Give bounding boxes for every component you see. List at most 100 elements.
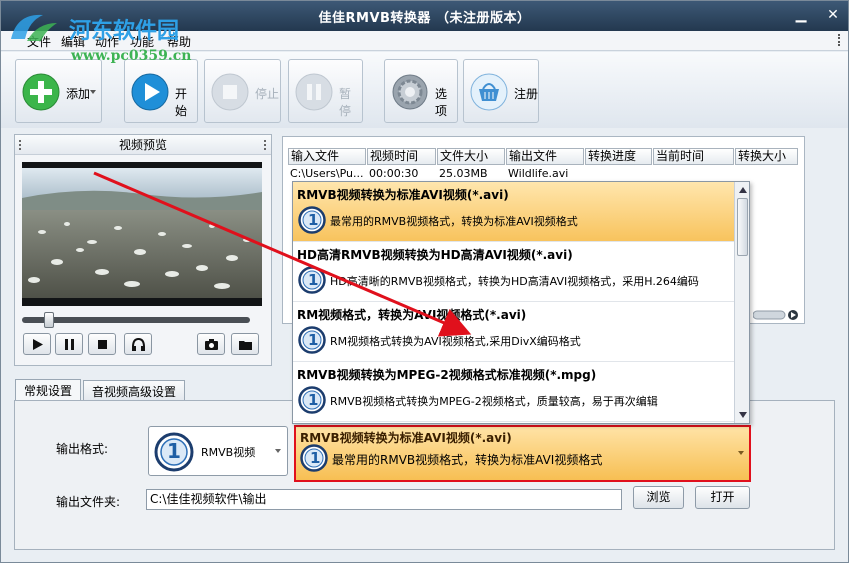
preview-title: 视频预览 <box>15 135 271 155</box>
profile-option-title: HD高清RMVB视频转换为HD高清AVI视频(*.avi) <box>297 248 573 262</box>
profile-option-number: 1 <box>308 391 319 409</box>
format-category-value: RMVB视频 <box>201 446 256 459</box>
output-profile-dropdown: RMVB视频转换为标准AVI视频(*.avi) 1 最常用的RMVB视频格式，转… <box>292 181 750 424</box>
pause-icon <box>295 73 333 111</box>
profile-option-number: 1 <box>308 331 319 349</box>
cell-size: 25.03MB <box>439 167 488 180</box>
file-list-header: 输入文件 视频时间 文件大小 输出文件 转换进度 当前时间 转换大小 <box>288 148 799 165</box>
profile-option[interactable]: RMVB视频转换为MPEG-2视频格式标准视频(*.mpg) 1 RMVB视频格… <box>293 362 734 422</box>
scroll-thumb[interactable] <box>737 198 748 256</box>
cell-duration: 00:00:30 <box>369 167 419 180</box>
browse-button[interactable]: 浏览 <box>633 486 684 509</box>
window-controls: ▁ ✕ <box>792 7 842 23</box>
watermark-text: 河东软件园 <box>69 18 180 44</box>
profile-number: 1 <box>310 449 321 467</box>
basket-icon <box>470 73 508 111</box>
pause-preview-button[interactable] <box>55 333 83 355</box>
settings-tabs: 常规设置 音视频高级设置 <box>15 379 187 401</box>
table-row[interactable]: C:\Users\Pu... 00:00:30 25.03MB Wildlife… <box>288 166 799 182</box>
seek-thumb[interactable] <box>44 312 54 328</box>
scroll-down-icon[interactable] <box>739 412 747 418</box>
dropdown-arrow-icon <box>738 451 744 455</box>
selected-profile-title: RMVB视频转换为标准AVI视频(*.avi) <box>300 431 512 445</box>
format-number: 1 <box>167 439 181 463</box>
pause-icon <box>65 339 74 350</box>
profile-option-desc: HD高清晰的RMVB视频格式，转换为HD高清AVI视频格式，采用H.264编码 <box>330 275 699 288</box>
seek-bar[interactable] <box>22 317 250 323</box>
start-label: 开始 <box>175 87 188 118</box>
watermark-logo-icon <box>11 14 57 41</box>
column-output-file[interactable]: 输出文件 <box>506 148 584 165</box>
cell-output: Wildlife.avi <box>508 167 569 180</box>
profile-option-title: RMVB视频转换为MPEG-2视频格式标准视频(*.mpg) <box>297 368 597 382</box>
profile-option[interactable]: HD高清RMVB视频转换为HD高清AVI视频(*.avi) 1 HD高清晰的RM… <box>293 242 734 302</box>
stop-label: 停止 <box>255 87 280 101</box>
column-converted-size[interactable]: 转换大小 <box>735 148 798 165</box>
profile-option-title: RM视频格式，转换为AVI视频格式(*.avi) <box>297 308 527 322</box>
output-folder-label: 输出文件夹: <box>56 495 121 509</box>
output-format-label: 输出格式: <box>56 442 109 456</box>
column-input-file[interactable]: 输入文件 <box>288 148 366 165</box>
play-icon <box>33 339 43 350</box>
scroll-up-icon[interactable] <box>739 187 747 193</box>
pause-button[interactable]: 暂停 <box>288 59 363 123</box>
add-label: 添加 <box>66 87 91 101</box>
vertical-scrollbar[interactable] <box>734 182 749 423</box>
plus-icon <box>22 73 60 111</box>
selected-profile-desc: 最常用的RMVB视频格式，转换为标准AVI视频格式 <box>332 453 603 467</box>
minimize-button[interactable]: ▁ <box>792 7 810 23</box>
profile-option-title: RMVB视频转换为标准AVI视频(*.avi) <box>297 188 509 202</box>
output-folder-input[interactable]: C:\佳佳视频软件\输出 <box>146 489 622 510</box>
format-category-select[interactable]: 1 RMVB视频 <box>148 426 288 476</box>
preview-title-text: 视频预览 <box>118 138 167 152</box>
cell-current <box>653 166 734 182</box>
column-duration[interactable]: 视频时间 <box>367 148 436 165</box>
gear-icon <box>391 73 429 111</box>
profile-option-desc: RM视频格式转换为AVI视频格式,采用DivX编码格式 <box>330 335 581 348</box>
grip-icon <box>264 140 267 150</box>
dropdown-arrow-icon <box>275 449 281 453</box>
watermark-url: www.pc0359.cn <box>71 48 192 64</box>
close-button[interactable]: ✕ <box>824 7 842 23</box>
horizontal-scrollbar[interactable] <box>753 309 799 321</box>
register-label: 注册 <box>514 87 539 101</box>
play-preview-button[interactable] <box>23 333 51 355</box>
column-file-size[interactable]: 文件大小 <box>437 148 505 165</box>
menu-grip-icon <box>838 34 844 46</box>
stop-icon <box>98 340 107 349</box>
cell-converted <box>735 166 798 182</box>
open-button[interactable]: 打开 <box>695 486 750 509</box>
stop-preview-button[interactable] <box>88 333 116 355</box>
open-snapshot-folder-button[interactable] <box>231 333 259 355</box>
headphones-icon <box>132 337 145 351</box>
tab-general[interactable]: 常规设置 <box>15 379 82 401</box>
profile-option-number: 1 <box>308 271 319 289</box>
grip-icon <box>19 140 22 150</box>
volume-preview-button[interactable] <box>124 333 152 355</box>
video-preview-panel: 视频预览 <box>14 134 272 366</box>
profile-option[interactable]: RM视频格式，转换为AVI视频格式(*.avi) 1 RM视频格式转换为AVI视… <box>293 302 734 362</box>
app-window: 佳佳RMVB转换器 （未注册版本） ▁ ✕ 文件 编辑 动作 功能 帮助 添加 … <box>0 0 849 563</box>
snapshot-button[interactable] <box>197 333 225 355</box>
folder-icon <box>239 341 252 350</box>
profile-option[interactable]: RMVB视频转换为标准AVI视频(*.avi) 1 最常用的RMVB视频格式，转… <box>293 182 734 242</box>
output-profile-select[interactable]: RMVB视频转换为标准AVI视频(*.avi) 1 最常用的RMVB视频格式，转… <box>294 425 751 482</box>
cell-progress <box>585 166 652 182</box>
camera-icon <box>205 339 218 350</box>
profile-option-desc: 最常用的RMVB视频格式，转换为标准AVI视频格式 <box>330 215 578 228</box>
register-button[interactable]: 注册 <box>463 59 539 123</box>
play-icon <box>131 73 169 111</box>
tab-advanced[interactable]: 音视频高级设置 <box>83 380 186 401</box>
options-button[interactable]: 选项 <box>384 59 458 123</box>
video-frame <box>22 162 262 306</box>
column-current-time[interactable]: 当前时间 <box>653 148 734 165</box>
video-thumbnail-image <box>22 162 262 306</box>
column-progress[interactable]: 转换进度 <box>585 148 652 165</box>
stop-icon <box>211 73 249 111</box>
options-label: 选项 <box>435 87 448 118</box>
pause-label: 暂停 <box>339 87 352 118</box>
cell-input: C:\Users\Pu... <box>290 167 364 180</box>
watermark: 河东软件园 www.pc0359.cn <box>7 9 217 69</box>
dropdown-arrow-icon <box>90 90 96 94</box>
profile-option-desc: RMVB视频格式转换为MPEG-2视频格式，质量较高，易于再次编辑 <box>330 395 658 408</box>
